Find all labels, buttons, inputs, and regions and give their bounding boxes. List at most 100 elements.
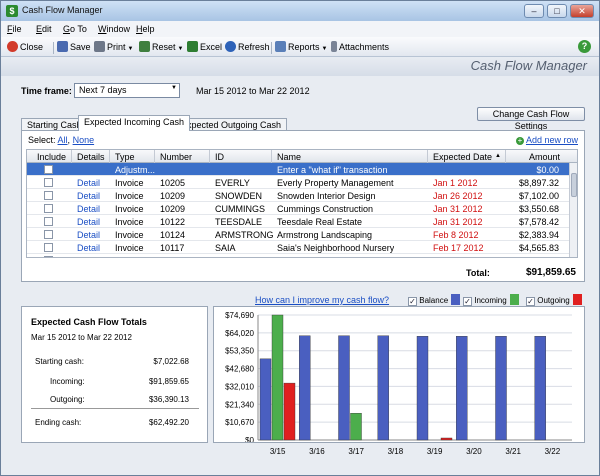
cell-id: TEESDALE	[215, 217, 263, 227]
select-all-link[interactable]: All	[58, 135, 68, 145]
incoming-value: $91,859.65	[148, 377, 189, 386]
cash-flow-chart: $0 $10,670 $21,340 $32,010 $42,680 $53,350 $64…	[213, 306, 585, 445]
menu-file[interactable]: File	[7, 24, 22, 34]
scroll-thumb[interactable]	[571, 173, 577, 197]
cell-name: Saia's Neighborhood Nursery	[277, 243, 395, 253]
legend-balance[interactable]: ✓ Balance	[408, 294, 461, 306]
cell-details[interactable]: Detail	[77, 204, 100, 214]
col-divider	[109, 150, 110, 163]
bar-balance	[259, 358, 272, 441]
cell-details[interactable]: Detail	[77, 217, 100, 227]
chart-svg: $0$10,670$21,340$32,010$42,680$53,350$64…	[225, 311, 572, 445]
vertical-scrollbar[interactable]	[569, 163, 577, 257]
total-label: Total:	[466, 268, 490, 278]
bar-balance	[338, 335, 350, 441]
attachments-button[interactable]: Attachments	[331, 41, 389, 54]
include-checkbox[interactable]	[44, 230, 53, 239]
table-row[interactable]: Adjustm... Enter a "what if" transaction $…	[27, 163, 571, 176]
maximize-button[interactable]: □	[547, 4, 567, 18]
col-include[interactable]: Include	[37, 152, 66, 162]
x-tick-label: 3/21	[505, 447, 521, 456]
close-button[interactable]: Close	[7, 41, 43, 54]
tab-expected-incoming-cash[interactable]: Expected Incoming Cash	[78, 115, 191, 131]
change-settings-button[interactable]: Change Cash Flow Settings	[477, 107, 585, 131]
refresh-button[interactable]: Refresh	[225, 41, 270, 54]
x-tick-label: 3/15	[270, 447, 286, 456]
sort-icon: ▲	[495, 153, 501, 159]
col-amount[interactable]: Amount	[529, 152, 560, 162]
col-divider	[427, 150, 428, 163]
cell-details[interactable]: Detail	[77, 230, 100, 240]
menu-bar: File Edit Go To Window Help	[1, 21, 599, 37]
col-name[interactable]: Name	[277, 152, 301, 162]
y-tick-label: $74,690	[225, 311, 254, 320]
toolbar: Close Save Print ▼ Reset ▼ Excel Refresh R…	[1, 37, 599, 57]
outgoing-swatch	[572, 294, 582, 305]
col-divider	[271, 150, 272, 163]
include-checkbox[interactable]	[44, 165, 53, 174]
table-row[interactable]: Detail Invoice 10122 TEESDALE Teesdale Real …	[27, 215, 571, 228]
refresh-icon	[225, 41, 236, 52]
select-none-link[interactable]: None	[73, 135, 95, 145]
table-row[interactable]: Detail Invoice 10205 EVERLY Everly Property …	[27, 176, 571, 189]
x-axis-labels: 3/15 3/16 3/17 3/18 3/19 3/20 3/21 3/22	[212, 442, 584, 464]
timeframe-select[interactable]: Next 7 days ▼	[74, 83, 180, 98]
excel-button[interactable]: Excel	[187, 41, 222, 54]
include-checkbox[interactable]	[44, 243, 53, 252]
legend-outgoing[interactable]: ✓ Outgoing	[526, 294, 582, 306]
cell-number: 10205	[160, 178, 186, 188]
col-type[interactable]: Type	[115, 152, 135, 162]
checkbox-checked-icon[interactable]: ✓	[408, 297, 417, 306]
x-tick-label: 3/16	[309, 447, 325, 456]
menu-goto[interactable]: Go To	[63, 24, 87, 34]
y-tick-label: $10,670	[225, 418, 254, 427]
cell-name: Armstrong Landscaping	[277, 230, 373, 240]
legend-incoming[interactable]: ✓ Incoming	[463, 294, 519, 306]
cell-date: Jan 31 2012	[433, 217, 483, 227]
include-checkbox[interactable]	[44, 178, 53, 187]
include-checkbox[interactable]	[44, 256, 53, 257]
cell-type: Invoice	[115, 256, 144, 257]
checkbox-checked-icon[interactable]: ✓	[463, 297, 472, 306]
table-row[interactable]: Detail Invoice 10124 ARMSTRONG Armstrong Lan…	[27, 228, 571, 241]
help-icon[interactable]: ?	[578, 40, 591, 53]
include-checkbox[interactable]	[44, 217, 53, 226]
minimize-button[interactable]: –	[524, 4, 544, 18]
cell-details[interactable]: Detail	[77, 243, 100, 253]
print-button[interactable]: Print ▼	[94, 41, 133, 54]
close-window-button[interactable]: ✕	[570, 4, 594, 18]
reports-button[interactable]: Reports ▼	[275, 41, 327, 54]
table-row[interactable]: Detail Invoice 10209 CUMMINGS Cummings Const…	[27, 202, 571, 215]
col-expected-date[interactable]: Expected Date	[433, 152, 492, 162]
table-row[interactable]: Detail Invoice 10117 SAIA Saia's Neighborhoo…	[27, 241, 571, 254]
cell-details[interactable]: Detail	[77, 256, 100, 257]
table-row[interactable]: Detail Invoice 10209 SNOWDEN Snowden Interio…	[27, 189, 571, 202]
col-number[interactable]: Number	[160, 152, 192, 162]
add-new-row-link[interactable]: + Add new row	[515, 135, 578, 145]
cell-amount: $8,897.32	[518, 178, 559, 188]
excel-icon	[187, 41, 198, 52]
reports-icon	[275, 41, 286, 52]
include-checkbox[interactable]	[44, 191, 53, 200]
cash-flow-totals-panel: Expected Cash Flow Totals Mar 15 2012 to…	[21, 306, 208, 443]
bar-balance	[377, 335, 389, 441]
bar-incoming	[350, 413, 362, 441]
improve-cash-flow-link[interactable]: How can I improve my cash flow?	[255, 295, 389, 305]
reset-icon	[139, 41, 150, 52]
ending-cash-label: Ending cash:	[35, 418, 82, 427]
table-row[interactable]: Detail Invoice 10118 ARMSTRONGArmstrong Lan…	[27, 254, 571, 257]
col-details[interactable]: Details	[77, 152, 105, 162]
cell-details[interactable]: Detail	[77, 178, 100, 188]
cell-details[interactable]: Detail	[77, 191, 100, 201]
menu-help[interactable]: Help	[136, 24, 155, 34]
menu-window[interactable]: Window	[98, 24, 130, 34]
save-button[interactable]: Save	[57, 41, 91, 54]
reset-button[interactable]: Reset ▼	[139, 41, 183, 54]
col-id[interactable]: ID	[215, 152, 224, 162]
cell-id: CUMMINGS	[215, 204, 265, 214]
cell-date: Feb 8 2012	[433, 230, 479, 240]
checkbox-checked-icon[interactable]: ✓	[526, 297, 535, 306]
menu-edit[interactable]: Edit	[36, 24, 52, 34]
cell-amount: $0.00	[536, 165, 559, 175]
include-checkbox[interactable]	[44, 204, 53, 213]
